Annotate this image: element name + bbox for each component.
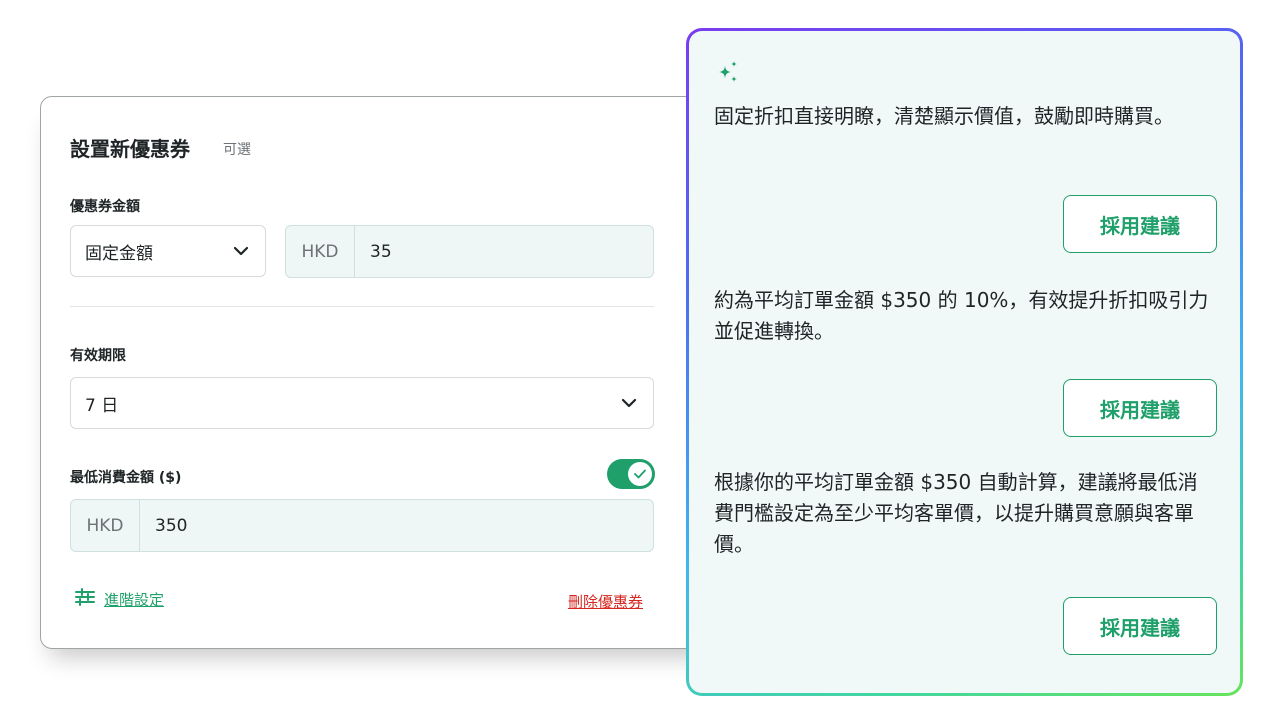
coupon-card: 設置新優惠券 可選 優惠券金額 固定金額 HKD 35 有效期限 7 日 最低消… (40, 96, 760, 649)
suggestion-text: 根據你的平均訂單金額 $350 自動計算，建議將最低消費門檻設定為至少平均客單價… (714, 470, 1198, 556)
adopt-suggestion-button[interactable]: 採用建議 (1063, 379, 1217, 437)
amount-input[interactable]: 35 (355, 226, 653, 277)
sliders-icon (74, 588, 96, 610)
min-spend-input-group[interactable]: HKD 350 (70, 499, 654, 552)
min-spend-input[interactable]: 350 (140, 500, 653, 551)
advanced-settings-label: 進階設定 (104, 590, 165, 609)
delete-coupon-link[interactable]: 刪除優惠券 (568, 591, 643, 612)
amount-type-value: 固定金額 (85, 243, 153, 264)
chevron-down-icon (231, 241, 251, 261)
validity-select[interactable]: 7 日 (70, 377, 654, 429)
advanced-settings-link[interactable]: 進階設定 (74, 588, 164, 610)
min-spend-label: 最低消費金額 ($) (70, 470, 182, 486)
divider (70, 306, 654, 307)
amount-type-select[interactable]: 固定金額 (70, 225, 266, 277)
min-spend-toggle[interactable] (607, 459, 655, 489)
validity-label: 有效期限 (70, 348, 126, 364)
adopt-suggestion-button[interactable]: 採用建議 (1063, 195, 1217, 253)
amount-input-group[interactable]: HKD 35 (285, 225, 654, 278)
amount-label: 優惠券金額 (70, 199, 140, 215)
min-spend-prefix: HKD (71, 500, 140, 551)
sparkle-icon (716, 60, 740, 90)
chevron-down-icon (619, 393, 639, 413)
currency-prefix: HKD (286, 226, 355, 277)
suggestion-text: 固定折扣直接明瞭，清楚顯示價值，鼓勵即時購買。 (714, 104, 1174, 128)
suggestion-text: 約為平均訂單金額 $350 的 10%，有效提升折扣吸引力並促進轉換。 (714, 288, 1209, 343)
ai-suggestion-panel: 固定折扣直接明瞭，清楚顯示價值，鼓勵即時購買。 採用建議 約為平均訂單金額 $3… (686, 28, 1243, 696)
ai-panel-body: 固定折扣直接明瞭，清楚顯示價值，鼓勵即時購買。 採用建議 約為平均訂單金額 $3… (689, 31, 1240, 693)
validity-value: 7 日 (85, 395, 119, 416)
optional-label: 可選 (223, 142, 251, 158)
adopt-suggestion-button[interactable]: 採用建議 (1063, 597, 1217, 655)
card-title: 設置新優惠券 (70, 137, 190, 161)
check-icon (628, 462, 652, 486)
